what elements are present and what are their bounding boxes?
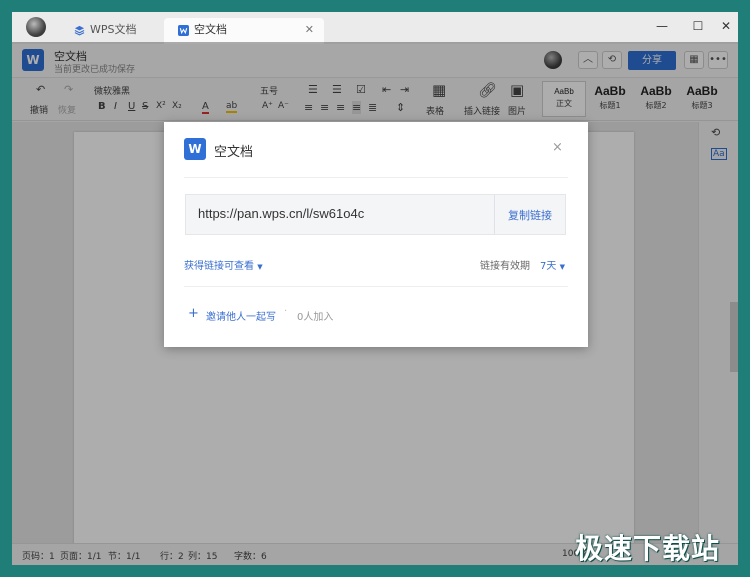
wps-writer-icon [178,25,189,36]
validity-value: 7天 [540,261,557,272]
close-icon[interactable]: × [552,140,563,155]
joined-count: 0人加入 [297,312,334,323]
caret-down-icon: ▼ [257,263,263,271]
close-tab-icon[interactable]: ✕ [305,18,314,42]
tab-wps-docs[interactable]: WPS文档 [60,18,164,44]
link-validity-dropdown[interactable]: 7天 ▼ [540,257,565,272]
divider [494,195,495,234]
site-watermark: 极速下载站 [575,532,721,565]
plus-icon[interactable]: + [188,306,199,321]
caret-down-icon: ▼ [559,263,565,271]
invite-collaborators-button[interactable]: 邀请他人一起写 [206,308,276,323]
tab-label: 空文档 [194,23,227,36]
divider [184,177,568,178]
dialog-title: 空文档 [214,145,254,160]
tab-empty-doc[interactable]: 空文档 ✕ [164,18,324,44]
divider [184,286,568,287]
tab-bar: WPS文档 空文档 ✕ — ☐ ✕ [12,12,738,44]
user-avatar[interactable] [26,17,46,37]
maximize-icon[interactable]: ☐ [688,19,708,33]
wps-writer-logo: W [184,138,206,160]
layers-icon [74,25,85,36]
link-permission-dropdown[interactable]: 获得链接可查看 ▼ [184,257,263,272]
link-validity-label: 链接有效期 [480,261,530,272]
minimize-icon[interactable]: — [652,19,672,33]
copy-link-button[interactable]: 复制链接 [508,207,552,223]
tab-label: WPS文档 [90,23,137,36]
separator-dot: · [284,306,288,317]
share-dialog: W 空文档 × https://pan.wps.cn/l/sw61o4c 复制链… [164,122,588,347]
permission-label: 获得链接可查看 [184,261,254,272]
share-link-url[interactable]: https://pan.wps.cn/l/sw61o4c [198,206,364,221]
share-link-box: https://pan.wps.cn/l/sw61o4c 复制链接 [185,194,566,235]
close-window-icon[interactable]: ✕ [716,19,736,33]
